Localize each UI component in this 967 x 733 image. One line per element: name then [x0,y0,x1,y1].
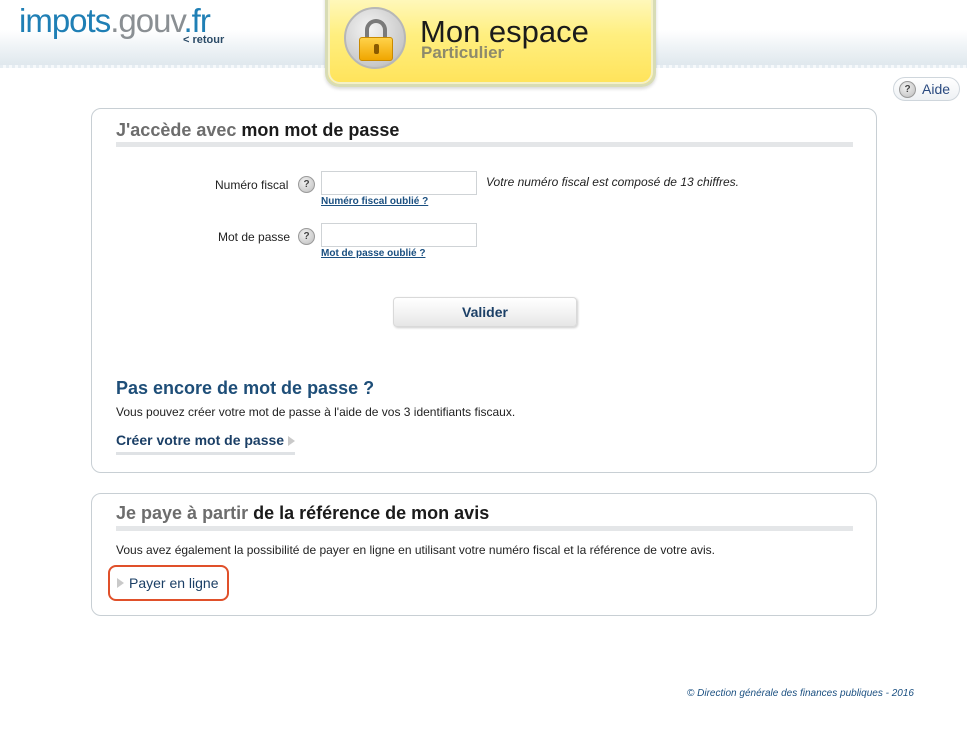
fiscal-number-input[interactable] [321,171,477,195]
no-password-text: Vous pouvez créer votre mot de passe à l… [116,405,516,419]
site-logo[interactable]: impots.gouv.fr [19,2,211,40]
create-password-link[interactable]: Créer votre mot de passe [116,432,296,455]
fiscal-number-help-icon[interactable]: ? [298,176,315,193]
padlock-keyhole [374,44,379,54]
pay-title-dark: de la référence de mon avis [253,503,490,523]
validate-button[interactable]: Valider [393,297,577,327]
password-help-icon[interactable]: ? [298,228,315,245]
back-link[interactable]: < retour [183,34,224,46]
fiscal-number-hint: Votre numéro fiscal est composé de 13 ch… [486,175,740,189]
padlock-icon [344,7,406,69]
login-panel: J'accède avec mon mot de passe Numéro fi… [91,108,877,473]
help-button[interactable]: ? Aide [893,77,960,101]
forgot-fiscal-number-link[interactable]: Numéro fiscal oublié ? [321,196,428,207]
pay-text: Vous avez également la possibilité de pa… [116,543,716,557]
pay-panel-title: Je paye à partir de la référence de mon … [116,503,489,524]
pay-title-divider [116,526,853,531]
pay-title-grey: Je paye à partir [116,503,249,523]
pay-online-label: Payer en ligne [129,575,219,591]
help-button-label: Aide [922,81,951,97]
fiscal-number-label: Numéro fiscal [215,178,289,192]
password-label: Mot de passe [218,230,291,244]
forgot-password-link[interactable]: Mot de passe oublié ? [321,248,425,259]
arrow-right-icon [117,578,124,588]
tab-subtitle: Particulier [421,43,505,62]
pay-online-link[interactable]: Payer en ligne [108,565,229,601]
pay-panel: Je paye à partir de la référence de mon … [91,493,877,616]
logo-part-impots: impots [19,2,111,39]
login-title-dark: mon mot de passe [241,120,400,140]
question-icon: ? [899,80,916,98]
logo-part-gouv: .gouv [110,2,184,39]
no-password-heading: Pas encore de mot de passe ? [116,378,375,398]
title-divider [116,142,853,147]
login-panel-title: J'accède avec mon mot de passe [116,120,399,141]
password-input[interactable] [321,223,477,247]
create-password-label: Créer votre mot de passe [116,432,285,448]
footer-copyright: © Direction générale des finances publiq… [687,688,914,699]
arrow-right-icon [288,436,296,447]
login-title-grey: J'accède avec [116,120,237,140]
mon-espace-tab: Mon espace Particulier [325,0,656,87]
